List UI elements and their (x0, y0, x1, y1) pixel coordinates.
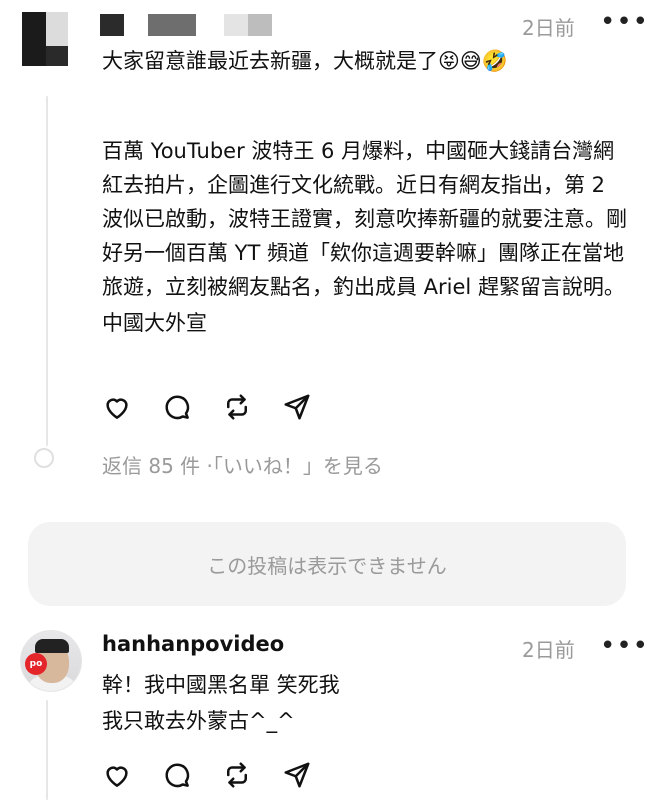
like-button[interactable] (102, 390, 162, 424)
heart-icon (106, 398, 128, 419)
post-paragraph: 百萬 YouTuber 波特王 6 月爆料，中國砸大錢請台灣網紅去拍片，企圖進行… (102, 139, 627, 299)
timestamp: 2日前 (522, 16, 575, 40)
post-line: 幹！我中國黑名單 笑死我 (102, 673, 340, 697)
more-options-button[interactable]: ••• (600, 633, 649, 659)
send-icon (284, 394, 310, 420)
comment-button[interactable] (162, 390, 222, 424)
post-body: 幹！我中國黑名單 笑死我 我只敢去外蒙古^_^ (102, 668, 632, 738)
avatar[interactable]: po (20, 630, 82, 692)
share-button[interactable] (282, 390, 342, 424)
username-redacted[interactable] (100, 14, 280, 38)
post-line: 我只敢去外蒙古^_^ (102, 709, 295, 733)
thread-end-loop (34, 448, 54, 468)
timestamp: 2日前 (522, 638, 575, 662)
post-paragraph: 大家留意誰最近去新疆，大概就是了😝😅🤣 (102, 49, 508, 73)
hidden-post-text: この投稿は表示できません (207, 553, 447, 578)
repost-button[interactable] (222, 390, 282, 424)
share-button[interactable] (282, 758, 342, 792)
repost-icon (227, 394, 247, 420)
replies-link[interactable]: 返信 85 件 ·「いいね！」を見る (102, 450, 383, 479)
send-icon (284, 762, 310, 788)
repost-icon (227, 762, 247, 788)
comment-button[interactable] (162, 758, 222, 792)
post-actions (102, 758, 342, 792)
post-body: 大家留意誰最近去新疆，大概就是了😝😅🤣 百萬 YouTuber 波特王 6 月爆… (102, 44, 632, 340)
comment-icon (165, 395, 190, 420)
hidden-post-notice: この投稿は表示できません (28, 522, 626, 606)
like-button[interactable] (102, 758, 162, 792)
more-options-button[interactable]: ••• (600, 9, 649, 35)
heart-icon (106, 766, 128, 787)
thread-line (46, 96, 48, 446)
post-paragraph: 中國大外宣 (102, 311, 207, 335)
username[interactable]: hanhanpovideo (102, 632, 284, 656)
post-actions (102, 390, 342, 424)
avatar[interactable] (22, 12, 78, 68)
comment-icon (165, 763, 190, 788)
avatar-badge: po (25, 653, 47, 675)
repost-button[interactable] (222, 758, 282, 792)
thread-line (46, 700, 48, 800)
